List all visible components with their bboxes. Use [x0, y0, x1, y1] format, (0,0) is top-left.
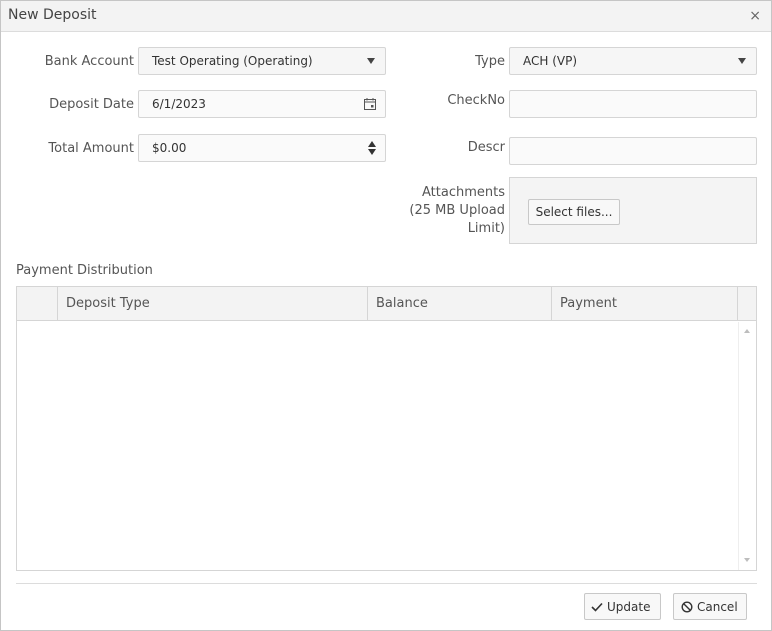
- calendar-icon[interactable]: [363, 97, 377, 111]
- grid-header-deposit-type[interactable]: Deposit Type: [58, 287, 368, 320]
- total-amount-stepper[interactable]: $0.00: [138, 134, 386, 162]
- footer-divider: [16, 583, 757, 584]
- total-amount-label: Total Amount: [48, 141, 134, 156]
- select-files-button[interactable]: Select files...: [528, 199, 620, 225]
- scroll-up-icon[interactable]: [744, 329, 750, 333]
- attachments-label: Attachments (25 MB Upload Limit): [381, 184, 505, 238]
- attachments-label-line2: (25 MB Upload: [409, 203, 505, 218]
- bank-account-label: Bank Account: [44, 54, 134, 69]
- bank-account-select[interactable]: Test Operating (Operating): [138, 47, 386, 75]
- attachments-label-line1: Attachments: [422, 185, 505, 200]
- cancel-button-label: Cancel: [697, 600, 738, 614]
- grid-header: Deposit Type Balance Payment: [17, 287, 756, 321]
- payment-distribution-grid: Deposit Type Balance Payment: [16, 286, 757, 571]
- type-value: ACH (VP): [523, 54, 578, 68]
- deposit-date-picker[interactable]: 6/1/2023: [138, 90, 386, 118]
- scroll-down-icon[interactable]: [744, 558, 750, 562]
- checkno-input[interactable]: [509, 90, 757, 118]
- new-deposit-dialog: New Deposit × Bank Account Test Operatin…: [0, 0, 772, 631]
- checkno-label: CheckNo: [447, 93, 505, 108]
- chevron-down-icon: [738, 58, 746, 64]
- attachments-label-line3: Limit): [467, 221, 505, 236]
- check-icon: [591, 602, 603, 612]
- deposit-date-label: Deposit Date: [49, 97, 134, 112]
- descr-label: Descr: [467, 140, 505, 155]
- cancel-button[interactable]: Cancel: [673, 593, 747, 620]
- grid-header-payment[interactable]: Payment: [552, 287, 738, 320]
- attachments-dropzone[interactable]: Select files...: [509, 177, 757, 244]
- bank-account-value: Test Operating (Operating): [152, 54, 313, 68]
- total-amount-value: $0.00: [152, 141, 187, 155]
- spinner-icon[interactable]: [368, 141, 376, 155]
- type-label: Type: [475, 54, 505, 69]
- ban-icon: [681, 601, 693, 613]
- grid-scrollbar[interactable]: [738, 322, 756, 570]
- dialog-title: New Deposit: [8, 7, 97, 23]
- deposit-date-value: 6/1/2023: [152, 97, 206, 111]
- dialog-titlebar: New Deposit ×: [1, 1, 771, 32]
- close-icon[interactable]: ×: [749, 8, 761, 24]
- grid-header-select-column: [17, 287, 58, 320]
- type-select[interactable]: ACH (VP): [509, 47, 757, 75]
- descr-input[interactable]: [509, 137, 757, 165]
- update-button-label: Update: [607, 600, 651, 614]
- grid-header-balance[interactable]: Balance: [368, 287, 552, 320]
- update-button[interactable]: Update: [584, 593, 661, 620]
- payment-distribution-title: Payment Distribution: [16, 263, 153, 278]
- chevron-down-icon: [367, 58, 375, 64]
